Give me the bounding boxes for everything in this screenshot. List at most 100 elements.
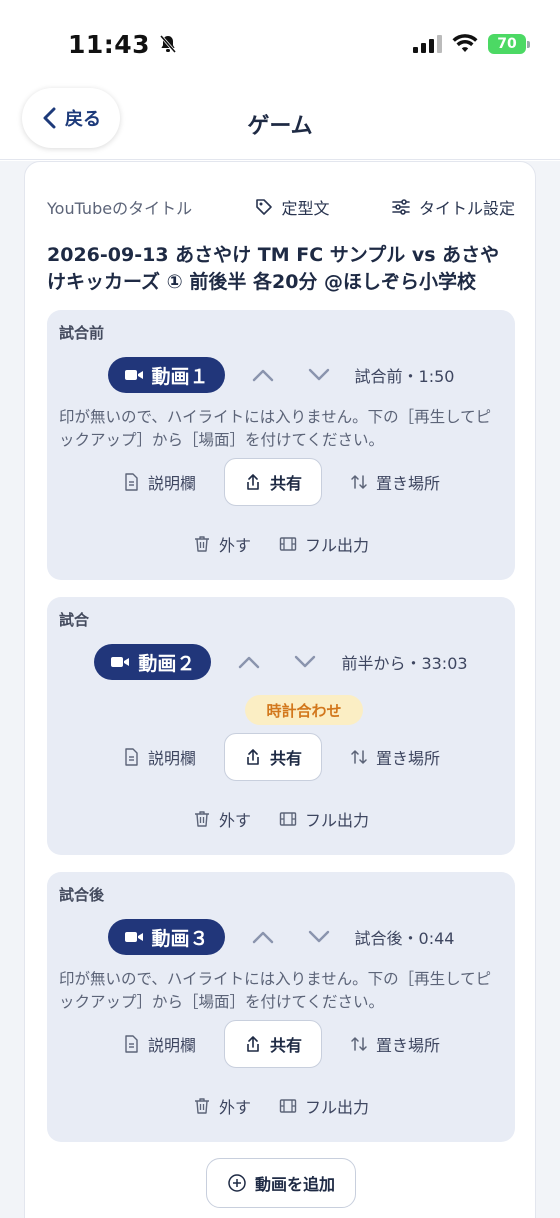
move-up-button[interactable] xyxy=(235,930,291,944)
game-card: YouTubeのタイトル 定型文 タイトル設定 2026-09-13 あさやけ … xyxy=(24,161,536,1218)
video-camera-icon xyxy=(124,370,143,380)
description-button[interactable]: 説明欄 xyxy=(122,745,196,769)
share-label: 共有 xyxy=(269,1036,302,1055)
battery-icon: 70 xyxy=(488,34,530,54)
bell-muted-icon xyxy=(159,35,177,53)
film-icon xyxy=(279,812,297,826)
remove-button[interactable]: 外す xyxy=(193,1094,251,1118)
description-button[interactable]: 説明欄 xyxy=(122,1032,196,1056)
video-title: 2026-09-13 あさやけ TM FC サンプル vs あさやけキッカーズ … xyxy=(47,244,500,293)
full-output-button[interactable]: フル出力 xyxy=(279,807,369,831)
placement-label: 置き場所 xyxy=(376,749,441,768)
remove-button[interactable]: 外す xyxy=(193,532,251,556)
share-label: 共有 xyxy=(269,474,302,493)
share-icon xyxy=(247,1036,259,1052)
segment-actions: 説明欄 共有 置き場所 xyxy=(47,1020,515,1068)
segment-time: 試合後・0:44 xyxy=(354,929,455,948)
chevron-up-icon xyxy=(239,656,260,669)
share-icon xyxy=(247,749,259,765)
video-pill[interactable]: 動画２ xyxy=(94,644,212,680)
plus-circle-icon xyxy=(228,1174,246,1192)
move-up-button[interactable] xyxy=(221,655,277,669)
move-up-button[interactable] xyxy=(235,368,291,382)
segment-time: 試合前・1:50 xyxy=(354,367,455,386)
full-output-label: フル出力 xyxy=(305,536,370,555)
placement-button[interactable]: 置き場所 xyxy=(350,470,440,494)
remove-label: 外す xyxy=(218,1098,251,1117)
film-icon xyxy=(279,537,297,551)
segment-label: 試合前 xyxy=(59,324,105,342)
film-icon xyxy=(279,1099,297,1113)
chevron-down-icon xyxy=(308,930,329,943)
share-icon xyxy=(247,474,259,490)
segment-actions: 説明欄 共有 置き場所 xyxy=(47,733,515,781)
youtube-title-row: YouTubeのタイトル 定型文 タイトル設定 xyxy=(47,194,515,220)
move-down-button[interactable] xyxy=(291,368,347,382)
video-label: 動画２ xyxy=(138,652,196,675)
description-button[interactable]: 説明欄 xyxy=(122,470,196,494)
trash-icon xyxy=(194,1098,209,1114)
segment-secondary-actions: 外す フル出力 xyxy=(47,795,515,843)
add-video-label: 動画を追加 xyxy=(254,1175,335,1194)
back-button[interactable]: 戻る xyxy=(22,88,120,148)
move-down-button[interactable] xyxy=(277,655,333,669)
move-down-button[interactable] xyxy=(291,930,347,944)
share-button[interactable]: 共有 xyxy=(224,1020,322,1068)
add-video-button[interactable]: 動画を追加 xyxy=(206,1158,356,1208)
description-label: 説明欄 xyxy=(147,474,196,493)
full-output-label: フル出力 xyxy=(305,1098,370,1117)
segment-label: 試合後 xyxy=(59,886,105,904)
status-indicators: 70 xyxy=(413,34,530,54)
placement-button[interactable]: 置き場所 xyxy=(350,1032,440,1056)
description-label: 説明欄 xyxy=(147,1036,196,1055)
video-pill[interactable]: 動画１ xyxy=(107,357,225,393)
page-title: ゲーム xyxy=(247,113,313,139)
trash-icon xyxy=(194,811,209,827)
wifi-icon xyxy=(452,34,478,52)
segment-header: 動画３ 試合後・0:44 xyxy=(47,918,515,956)
share-button[interactable]: 共有 xyxy=(224,458,322,506)
video-camera-icon xyxy=(111,657,130,667)
segment-note: 印が無いので、ハイライトには入りません。下の［再生してピックアップ］から［場面］… xyxy=(59,970,492,1011)
remove-label: 外す xyxy=(218,536,251,555)
document-icon xyxy=(125,1035,138,1053)
clock-sync-badge[interactable]: 時計合わせ xyxy=(245,695,363,725)
template-button[interactable]: 定型文 xyxy=(254,195,330,219)
full-output-button[interactable]: フル出力 xyxy=(279,532,369,556)
chevron-up-icon xyxy=(252,369,273,382)
full-output-label: フル出力 xyxy=(305,811,370,830)
template-label: 定型文 xyxy=(281,199,330,218)
video-camera-icon xyxy=(124,932,143,942)
video-label: 動画３ xyxy=(151,927,209,950)
video-pill[interactable]: 動画３ xyxy=(107,919,225,955)
video-label: 動画１ xyxy=(151,365,209,388)
chevron-down-icon xyxy=(308,368,329,381)
placement-button[interactable]: 置き場所 xyxy=(350,745,440,769)
segment-game: 試合 動画２ 前半から・33:03 時計合わせ 説明欄 共有 置き場所 外す フ… xyxy=(47,597,515,855)
segment-actions: 説明欄 共有 置き場所 xyxy=(47,458,515,506)
placement-label: 置き場所 xyxy=(376,474,441,493)
remove-button[interactable]: 外す xyxy=(193,807,251,831)
trash-icon xyxy=(194,536,209,552)
segment-note: 印が無いので、ハイライトには入りません。下の［再生してピックアップ］から［場面］… xyxy=(59,408,492,449)
title-settings-label: タイトル設定 xyxy=(418,199,515,218)
status-bar: 11:43 70 xyxy=(0,0,560,88)
remove-label: 外す xyxy=(218,811,251,830)
placement-label: 置き場所 xyxy=(376,1036,441,1055)
share-button[interactable]: 共有 xyxy=(224,733,322,781)
full-output-button[interactable]: フル出力 xyxy=(279,1094,369,1118)
document-icon xyxy=(125,473,138,491)
nav-bar: 戻る ゲーム xyxy=(0,88,560,160)
segment-header: 動画１ 試合前・1:50 xyxy=(47,356,515,394)
segment-secondary-actions: 外す フル出力 xyxy=(47,520,515,568)
content-area: YouTubeのタイトル 定型文 タイトル設定 2026-09-13 あさやけ … xyxy=(0,161,560,1218)
back-label: 戻る xyxy=(65,109,101,130)
description-label: 説明欄 xyxy=(147,749,196,768)
swap-vertical-icon xyxy=(351,750,367,764)
title-settings-button[interactable]: タイトル設定 xyxy=(391,195,515,219)
chevron-up-icon xyxy=(252,931,273,944)
status-time: 11:43 xyxy=(68,30,178,59)
segment-time: 前半から・33:03 xyxy=(341,654,468,673)
tag-icon xyxy=(255,199,272,215)
segment-label: 試合 xyxy=(59,611,90,629)
